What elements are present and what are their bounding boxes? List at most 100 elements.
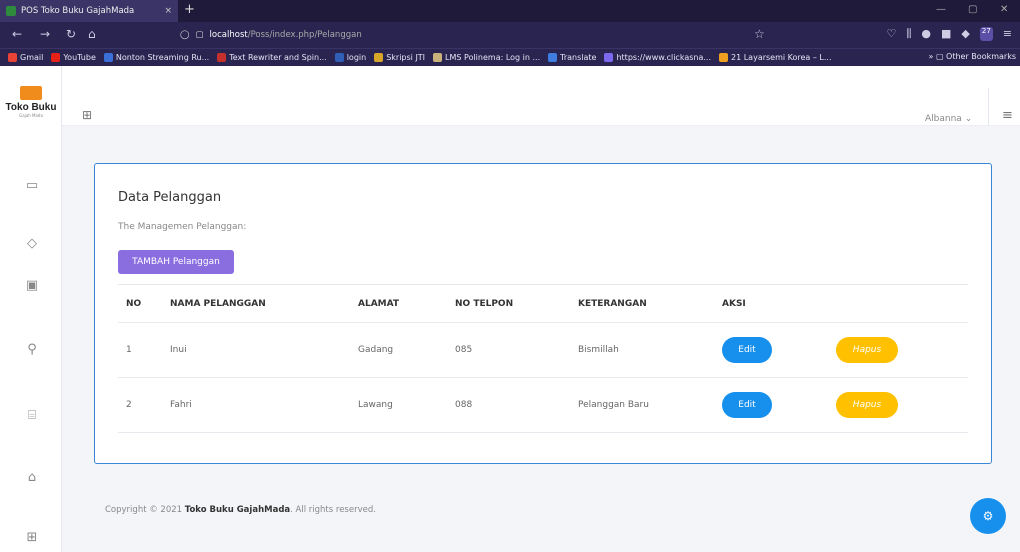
delete-button[interactable]: Hapus [836, 392, 898, 418]
bank-icon[interactable]: ⌂ [24, 470, 40, 486]
cell-nama: Inui [162, 322, 350, 378]
bookmark-label: 21 Layarsemi Korea – L... [731, 53, 832, 62]
tab-title: POS Toko Buku GajahMada [21, 6, 135, 16]
bookmark-item[interactable]: login [334, 53, 367, 62]
hamburger-menu-icon[interactable]: ≡ [1002, 108, 1013, 123]
bookmark-item[interactable]: YouTube [51, 53, 96, 62]
reload-icon[interactable]: ↻ [66, 27, 76, 41]
table-row: 2 Fahri Lawang 088 Pelanggan Baru Edit H… [118, 377, 968, 433]
logo-mark-icon [20, 86, 42, 100]
app-header [62, 66, 1020, 126]
bookmark-item[interactable]: Nonton Streaming Ru... [103, 53, 210, 62]
extension-badge[interactable]: 27 [979, 27, 993, 41]
cell-keterangan: Bismillah [570, 322, 714, 378]
browser-tab[interactable]: POS Toko Buku GajahMada × [0, 0, 178, 22]
table-row: 1 Inui Gadang 085 Bismillah Edit Hapus [118, 322, 968, 378]
shop-icon[interactable]: ⌸ [24, 408, 40, 424]
close-tab-icon[interactable]: × [164, 6, 172, 16]
bookmark-label: Translate [560, 53, 597, 62]
bookmark-favicon-icon [433, 53, 443, 62]
logo-tag: Gajah Mada [19, 113, 43, 118]
site-favicon-icon [6, 6, 16, 16]
bookmark-label: LMS Polinema: Log in ... [445, 53, 541, 62]
page-title: Data Pelanggan [118, 190, 222, 205]
cell-telpon: 085 [447, 322, 570, 378]
cell-alamat: Gadang [350, 322, 447, 378]
bookmark-favicon-icon [719, 53, 728, 62]
menu-grid-icon[interactable]: ⊞ [82, 108, 92, 122]
url-path: /Poss/index.php/Pelanggan [247, 30, 362, 40]
add-customer-button[interactable]: TAMBAH Pelanggan [118, 250, 234, 274]
other-bookmarks[interactable]: » ▢ Other Bookmarks [929, 52, 1017, 61]
shield-icon: ◯ [180, 30, 190, 40]
bookmark-favicon-icon [334, 53, 344, 62]
header-telpon: NO TELPON [447, 284, 570, 323]
account-icon[interactable]: ● [921, 27, 931, 41]
logo-name: Toko Buku [5, 102, 57, 113]
wrench-icon[interactable]: ⚲ [24, 342, 40, 358]
edit-button[interactable]: Edit [722, 337, 772, 363]
header-empty [828, 284, 968, 323]
browser-nav-bar: ← → ↻ ⌂ ◯ ▢ localhost/Poss/index.php/Pel… [0, 22, 1020, 48]
forward-icon[interactable]: → [40, 27, 50, 41]
new-tab-button[interactable]: + [184, 2, 195, 17]
other-bookmarks-label: Other Bookmarks [946, 52, 1016, 61]
grid-icon[interactable]: ⊞ [24, 530, 40, 546]
extension-icon[interactable]: ■ [941, 27, 951, 41]
window-close-icon[interactable]: ✕ [1000, 4, 1008, 15]
bookmark-item[interactable]: https://www.clickasna... [604, 53, 711, 62]
cell-no: 2 [118, 377, 162, 433]
extension-leaf-icon[interactable]: ◆ [961, 27, 969, 41]
bookmark-item[interactable]: Gmail [8, 53, 43, 62]
bookmark-label: Skripsi JTI [386, 53, 426, 62]
url-host: localhost [209, 30, 248, 40]
app-menu-icon[interactable]: ≡ [1003, 27, 1012, 41]
address-bar[interactable]: ◯ ▢ localhost/Poss/index.php/Pelanggan [180, 26, 800, 44]
browser-tab-bar: POS Toko Buku GajahMada × + — ▢ ✕ [0, 0, 1020, 22]
bookmark-item[interactable]: LMS Polinema: Log in ... [433, 53, 540, 62]
bookmark-item[interactable]: Translate [548, 53, 596, 62]
bookmark-item[interactable]: 21 Layarsemi Korea – L... [719, 53, 832, 62]
bookmark-favicon-icon [8, 53, 17, 62]
table-header-row: NO NAMA PELANGGAN ALAMAT NO TELPON KETER… [118, 284, 968, 323]
user-name: Albanna [925, 114, 962, 124]
bookmark-label: YouTube [63, 53, 96, 62]
library-icon[interactable]: ⫼ [906, 27, 911, 41]
bookmark-star-icon[interactable]: ☆ [754, 27, 765, 41]
minimize-icon[interactable]: — [936, 4, 946, 15]
delete-button[interactable]: Hapus [836, 337, 898, 363]
browser-toolbar-icons: ♡ ⫼ ● ■ ◆ 27 ≡ [886, 27, 1012, 41]
page-subtitle: The Managemen Pelanggan: [118, 222, 247, 232]
footer: Copyright © 2021 Toko Buku GajahMada. Al… [105, 505, 376, 515]
cell-no: 1 [118, 322, 162, 378]
dashboard-icon[interactable]: ▭ [24, 178, 40, 194]
pocket-icon[interactable]: ♡ [886, 27, 896, 41]
bookmark-item[interactable]: Text Rewriter and Spin... [217, 53, 327, 62]
bookmark-item[interactable]: Skripsi JTI [374, 53, 425, 62]
bookmark-label: https://www.clickasna... [616, 53, 711, 62]
bookmark-label: Nonton Streaming Ru... [115, 53, 210, 62]
cell-hapus: Hapus [828, 377, 968, 433]
gift-icon[interactable]: ▣ [24, 278, 40, 294]
settings-fab-icon[interactable]: ⚙ [970, 498, 1006, 534]
header-alamat: ALAMAT [350, 284, 447, 323]
user-dropdown[interactable]: Albanna ⌄ [925, 114, 972, 124]
bookmark-favicon-icon [374, 53, 384, 62]
chevron-down-icon: ⌄ [964, 114, 973, 124]
diamond-icon[interactable]: ◇ [24, 236, 40, 252]
footer-brand: Toko Buku GajahMada [184, 505, 291, 515]
header-no: NO [118, 284, 162, 323]
bookmark-label: Gmail [20, 53, 44, 62]
cell-telpon: 088 [447, 377, 570, 433]
logo[interactable]: Toko Buku Gajah Mada [0, 66, 62, 148]
sidebar: Toko Buku Gajah Mada ▭ ◇ ▣ ⚲ ⌸ ⌂ ⊞ [0, 66, 62, 552]
maximize-icon[interactable]: ▢ [968, 4, 977, 15]
bookmarks-bar: Gmail YouTube Nonton Streaming Ru... Text R… [0, 48, 1020, 66]
bookmark-label: login [346, 53, 367, 62]
cell-keterangan: Pelanggan Baru [570, 377, 714, 433]
home-icon[interactable]: ⌂ [88, 27, 96, 41]
edit-button[interactable]: Edit [722, 392, 772, 418]
header-divider [988, 88, 989, 126]
bookmark-favicon-icon [604, 53, 614, 62]
back-icon[interactable]: ← [12, 27, 22, 41]
